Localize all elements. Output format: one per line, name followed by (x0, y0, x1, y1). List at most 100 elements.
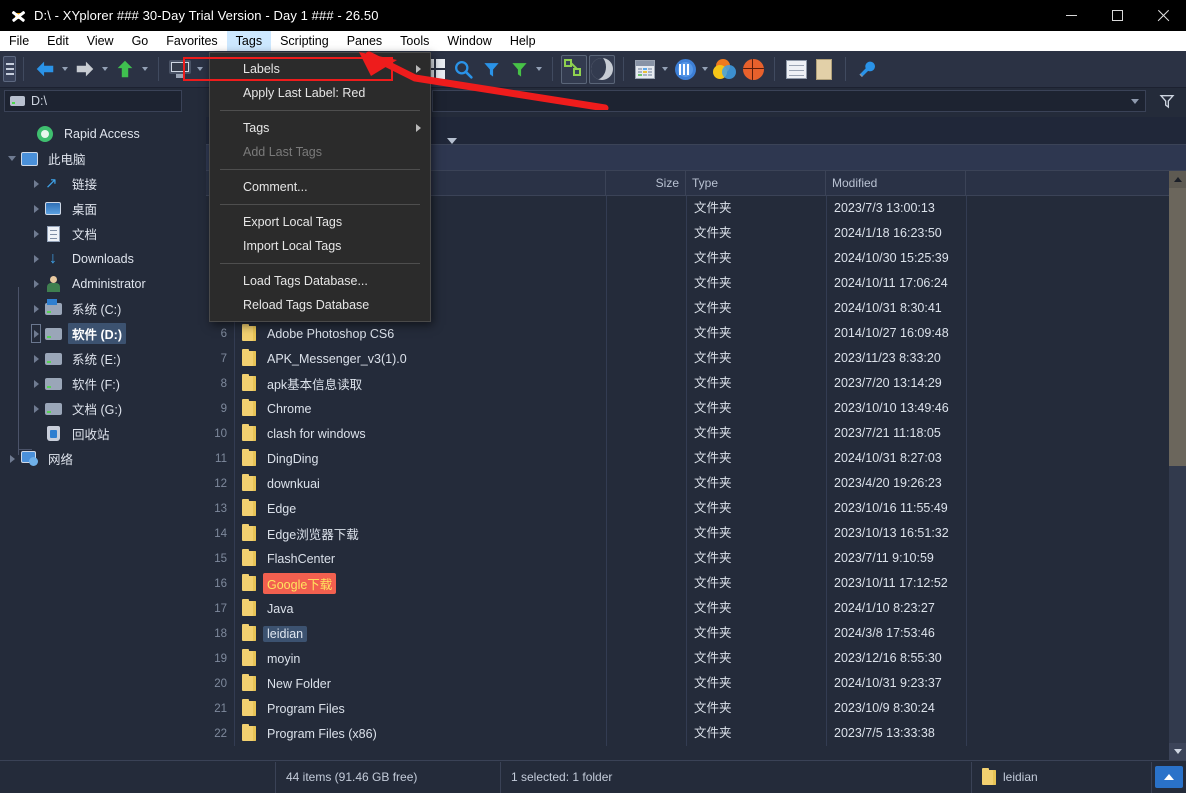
status-scroll-top-button[interactable] (1152, 766, 1186, 788)
file-name-label[interactable]: clash for windows (263, 426, 370, 442)
table-row[interactable]: 19moyin文件夹2023/12/16 8:55:30 (206, 646, 1169, 671)
desktop-button[interactable] (167, 55, 193, 84)
file-name-label[interactable]: Program Files (x86) (263, 726, 381, 742)
column-header-size[interactable]: Size (606, 171, 686, 196)
menu-panes[interactable]: Panes (338, 31, 391, 51)
tags-dropdown-menu[interactable]: LabelsApply Last Label: RedTagsAdd Last … (209, 52, 431, 322)
tree-item-administrator[interactable]: Administrator (0, 271, 205, 296)
tree-expander[interactable] (28, 421, 44, 446)
menu-tags[interactable]: Tags (227, 31, 271, 51)
file-name-label[interactable]: Google下载 (263, 573, 336, 594)
vertical-scrollbar[interactable] (1169, 171, 1186, 760)
tree-expander[interactable] (4, 146, 20, 171)
menu-file[interactable]: File (0, 31, 38, 51)
secondary-address-input[interactable] (432, 90, 1146, 112)
file-name-cell[interactable]: downkuai (234, 471, 606, 496)
menu-item-export-local-tags[interactable]: Export Local Tags (210, 210, 430, 234)
file-name-label[interactable]: New Folder (263, 676, 335, 692)
tree-expander[interactable] (4, 446, 20, 471)
table-row[interactable]: 12downkuai文件夹2023/4/20 19:26:23 (206, 471, 1169, 496)
tree-expander[interactable] (20, 121, 36, 146)
tree-item-links[interactable]: ↗ 链接 (0, 171, 205, 196)
table-row[interactable]: 8apk基本信息读取文件夹2023/7/20 13:14:29 (206, 371, 1169, 396)
scroll-up-button[interactable] (1169, 171, 1186, 188)
file-name-cell[interactable]: Edge浏览器下载 (234, 521, 606, 546)
tree-item-network[interactable]: 网络 (0, 446, 205, 471)
table-row[interactable]: 10clash for windows文件夹2023/7/21 11:18:05 (206, 421, 1169, 446)
file-name-cell[interactable]: DingDing (234, 446, 606, 471)
basketball-button[interactable] (740, 55, 766, 84)
file-name-cell[interactable]: apk基本信息读取 (234, 371, 606, 396)
menu-scripting[interactable]: Scripting (271, 31, 338, 51)
tree-item-rapid-access[interactable]: Rapid Access (0, 121, 205, 146)
catalog-button[interactable] (632, 55, 658, 84)
tree-expander[interactable] (28, 321, 44, 346)
file-name-label[interactable]: APK_Messenger_v3(1).0 (263, 351, 411, 367)
file-name-label[interactable]: FlashCenter (263, 551, 339, 567)
up-button[interactable] (112, 55, 138, 84)
badge-button[interactable] (672, 55, 698, 84)
file-name-cell[interactable]: Program Files (x86) (234, 721, 606, 746)
tree-expander[interactable] (28, 221, 44, 246)
preview-pane-button[interactable] (783, 55, 809, 84)
tree-item-software-d[interactable]: 软件 (D:) (0, 321, 205, 346)
filter-button[interactable] (478, 55, 504, 84)
menu-help[interactable]: Help (501, 31, 545, 51)
file-name-cell[interactable]: Chrome (234, 396, 606, 421)
menu-favorites[interactable]: Favorites (157, 31, 226, 51)
tree-item-this-pc[interactable]: 此电脑 (0, 146, 205, 171)
file-name-label[interactable]: Adobe Photoshop CS6 (263, 326, 398, 342)
table-row[interactable]: 11DingDing文件夹2024/10/31 8:27:03 (206, 446, 1169, 471)
file-name-cell[interactable]: Java (234, 596, 606, 621)
scroll-down-button[interactable] (1169, 743, 1186, 760)
tree-expander[interactable] (28, 371, 44, 396)
column-header-type[interactable]: Type (686, 171, 826, 196)
find-button[interactable] (450, 55, 476, 84)
menu-item-comment[interactable]: Comment... (210, 175, 430, 199)
file-name-label[interactable]: Edge (263, 501, 300, 517)
table-row[interactable]: 15FlashCenter文件夹2023/7/11 9:10:59 (206, 546, 1169, 571)
tree-item-system-e[interactable]: 系统 (E:) (0, 346, 205, 371)
back-dropdown-caret-icon[interactable] (62, 67, 68, 71)
tree-item-desktop[interactable]: 桌面 (0, 196, 205, 221)
badge-dropdown-caret-icon[interactable] (702, 67, 708, 71)
menu-item-load-tags-database[interactable]: Load Tags Database... (210, 269, 430, 293)
file-name-label[interactable]: moyin (263, 651, 304, 667)
table-row[interactable]: 21Program Files文件夹2023/10/9 8:30:24 (206, 696, 1169, 721)
filter-green-button[interactable] (506, 55, 532, 84)
colors-button[interactable] (712, 55, 738, 84)
menu-item-tags[interactable]: Tags (210, 116, 430, 140)
file-name-cell[interactable]: leidian (234, 621, 606, 646)
menu-item-import-local-tags[interactable]: Import Local Tags (210, 234, 430, 258)
column-header-modified[interactable]: Modified (826, 171, 966, 196)
file-name-label[interactable]: Program Files (263, 701, 349, 717)
grip-handle-icon[interactable] (3, 56, 16, 82)
file-name-cell[interactable]: FlashCenter (234, 546, 606, 571)
file-name-cell[interactable]: Google下载 (234, 571, 606, 596)
menu-item-labels[interactable]: Labels (210, 57, 430, 81)
file-name-label[interactable]: Edge浏览器下载 (263, 523, 363, 544)
maximize-button[interactable] (1094, 0, 1140, 31)
file-name-label[interactable]: DingDing (263, 451, 322, 467)
tree-expander[interactable] (28, 246, 44, 271)
menu-window[interactable]: Window (438, 31, 500, 51)
file-name-label[interactable]: downkuai (263, 476, 324, 492)
address-input[interactable]: D:\ (4, 90, 182, 112)
tree-item-documents[interactable]: 文档 (0, 221, 205, 246)
file-name-cell[interactable]: Adobe Photoshop CS6 (234, 321, 606, 346)
tree-expander[interactable] (28, 271, 44, 296)
back-button[interactable] (32, 55, 58, 84)
tree-item-recycle-bin[interactable]: 回收站 (0, 421, 205, 446)
file-name-label[interactable]: Chrome (263, 401, 315, 417)
file-name-cell[interactable]: APK_Messenger_v3(1).0 (234, 346, 606, 371)
table-row[interactable]: 14Edge浏览器下载文件夹2023/10/13 16:51:32 (206, 521, 1169, 546)
catalog-dropdown-caret-icon[interactable] (662, 67, 668, 71)
tree-expander[interactable] (28, 396, 44, 421)
tags-button[interactable] (561, 55, 587, 84)
table-row[interactable]: 7APK_Messenger_v3(1).0文件夹2023/11/23 8:33… (206, 346, 1169, 371)
close-button[interactable] (1140, 0, 1186, 31)
tree-item-system-c[interactable]: 系统 (C:) (0, 296, 205, 321)
tree-item-documents-g[interactable]: 文档 (G:) (0, 396, 205, 421)
file-name-cell[interactable]: New Folder (234, 671, 606, 696)
tree-expander[interactable] (28, 346, 44, 371)
